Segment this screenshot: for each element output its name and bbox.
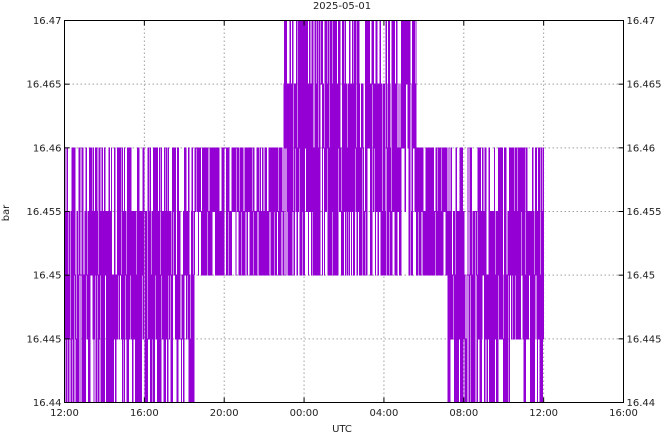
x-tick-label: 12:00	[50, 408, 79, 419]
y-tick-label-left: 16.47	[33, 16, 62, 27]
y-tick-label-left: 16.445	[27, 334, 62, 345]
x-tick-label: 20:00	[210, 408, 239, 419]
x-axis-label: UTC	[332, 424, 352, 432]
y-tick-label-right: 16.47	[627, 16, 656, 27]
x-tick-label: 04:00	[370, 408, 399, 419]
y-tick-label-right: 16.46	[627, 143, 656, 154]
chart-title: 2025-05-01	[313, 1, 371, 12]
y-tick-label-right: 16.465	[627, 80, 662, 91]
x-tick-label: 00:00	[290, 408, 319, 419]
x-tick-label: 12:00	[529, 408, 558, 419]
x-tick-label: 16:00	[130, 408, 159, 419]
chart-area: 2025-05-01 UTC bar 16.44 16.4416.445 16.44…	[1, 1, 662, 432]
y-tick-label-left: 16.455	[27, 207, 62, 218]
y-tick-label-left: 16.45	[33, 271, 62, 282]
x-tick-label: 16:00	[609, 408, 638, 419]
x-tick-label: 08:00	[449, 408, 478, 419]
y-tick-label-right: 16.45	[627, 271, 656, 282]
y-tick-label-right: 16.445	[627, 334, 662, 345]
y-tick-label-left: 16.46	[33, 143, 62, 154]
y-axis-label: bar	[1, 204, 12, 221]
y-tick-label-left: 16.465	[27, 80, 62, 91]
y-tick-label-right: 16.455	[627, 207, 662, 218]
